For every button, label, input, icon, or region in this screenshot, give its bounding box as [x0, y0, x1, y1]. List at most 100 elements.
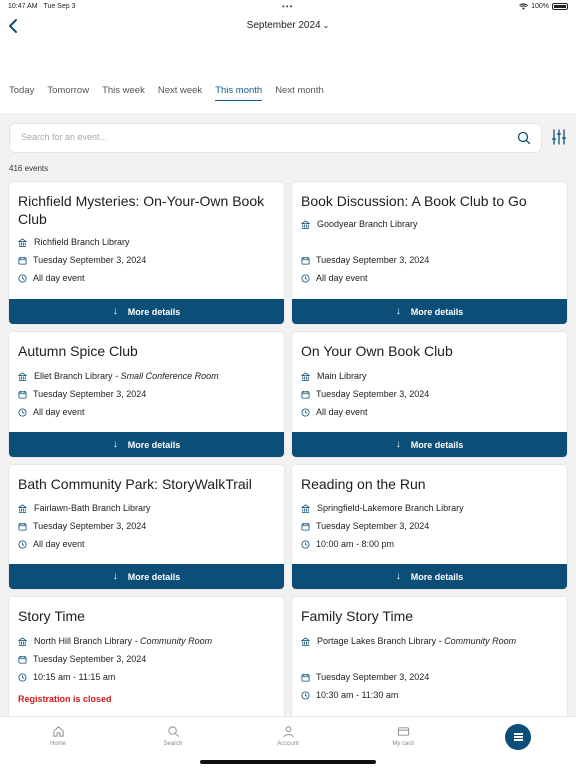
more-details-button[interactable]: ↓ More details — [9, 564, 284, 589]
status-right: 100% — [519, 3, 568, 10]
card-icon — [397, 727, 409, 736]
event-time: 10:30 am - 11:30 am — [301, 690, 398, 700]
event-card[interactable]: Autumn Spice Club Ellet Branch Library -… — [9, 332, 284, 457]
calendar-icon — [301, 256, 310, 265]
event-count: 416 events — [9, 164, 49, 173]
library-building-icon — [18, 503, 27, 513]
calendar-icon — [18, 256, 27, 265]
hamburger-icon — [513, 736, 523, 738]
room-name: - Community Room — [438, 636, 517, 646]
tab-this-month[interactable]: This month — [215, 85, 263, 101]
tab-this-week[interactable]: This week — [102, 85, 145, 101]
filter-sliders-icon[interactable] — [552, 129, 566, 145]
nav-search[interactable]: Search — [143, 725, 203, 747]
event-location: Ellet Branch Library - Small Conference … — [18, 371, 219, 381]
event-card[interactable]: On Your Own Book Club Main Library Tuesd… — [292, 332, 567, 457]
date-text: Tuesday September 3, 2024 — [316, 672, 430, 682]
nav-my-card[interactable]: My card — [373, 725, 433, 747]
time-text: All day event — [33, 407, 85, 417]
month-selector[interactable]: September 2024 ⌄ — [0, 20, 576, 31]
clock-icon — [18, 539, 27, 549]
multitasking-dots[interactable]: ••• — [282, 2, 293, 11]
library-building-icon — [18, 371, 27, 381]
chevron-down-icon: ⌄ — [322, 21, 330, 30]
calendar-icon — [301, 673, 310, 682]
event-time: 10:15 am - 11:15 am — [18, 672, 115, 682]
event-title[interactable]: Story Time — [18, 607, 275, 625]
clock-icon — [18, 407, 27, 417]
location-name: Goodyear Branch Library — [317, 219, 418, 229]
time-text: All day event — [33, 539, 85, 549]
event-title[interactable]: Family Story Time — [301, 607, 558, 625]
nav-home[interactable]: Home — [28, 725, 88, 747]
event-title[interactable]: Autumn Spice Club — [18, 342, 275, 360]
calendar-icon — [18, 655, 27, 664]
clock-icon — [301, 539, 310, 549]
tab-today[interactable]: Today — [9, 85, 34, 101]
event-time: All day event — [18, 539, 85, 549]
event-title[interactable]: Book Discussion: A Book Club to Go — [301, 192, 558, 210]
top-header: 10:47 AM Tue Sep 3 ••• 100% September 20… — [0, 0, 576, 113]
more-details-button[interactable]: ↓ More details — [292, 299, 567, 324]
time-text: 10:30 am - 11:30 am — [316, 690, 399, 700]
arrow-down-icon: ↓ — [395, 439, 401, 450]
event-time: All day event — [301, 407, 368, 417]
event-date: Tuesday September 3, 2024 — [18, 521, 146, 531]
event-card[interactable]: Reading on the Run Springfield-Lakemore … — [292, 465, 567, 589]
location-name: Ellet Branch Library — [34, 371, 113, 381]
battery-percent: 100% — [531, 3, 549, 10]
event-title[interactable]: Reading on the Run — [301, 475, 558, 493]
event-location: Springfield-Lakemore Branch Library — [301, 503, 464, 513]
calendar-icon — [18, 390, 27, 399]
event-card[interactable]: Richfield Mysteries: On-Your-Own Book Cl… — [9, 182, 284, 324]
event-card[interactable]: Book Discussion: A Book Club to Go Goody… — [292, 182, 567, 324]
time-text: 10:00 am - 8:00 pm — [316, 539, 395, 549]
tab-next-month[interactable]: Next month — [275, 85, 324, 101]
wifi-icon — [519, 3, 528, 10]
library-building-icon — [301, 503, 310, 513]
calendar-icon — [301, 390, 310, 399]
arrow-down-icon: ↓ — [112, 571, 118, 582]
calendar-icon — [18, 522, 27, 531]
more-details-button[interactable]: ↓ More details — [292, 432, 567, 457]
battery-icon — [552, 3, 568, 10]
date-text: Tuesday September 3, 2024 — [33, 255, 147, 265]
home-indicator[interactable] — [200, 760, 376, 764]
library-building-icon — [301, 371, 310, 381]
date-text: Tuesday September 3, 2024 — [33, 521, 147, 531]
time-text: All day event — [33, 273, 85, 283]
location-name: Richfield Branch Library — [34, 237, 130, 247]
library-building-icon — [301, 219, 310, 229]
search-input[interactable] — [21, 132, 501, 142]
location-name: Fairlawn-Bath Branch Library — [34, 503, 151, 513]
event-title[interactable]: Bath Community Park: StoryWalkTrail — [18, 475, 275, 493]
event-date: Tuesday September 3, 2024 — [301, 255, 429, 265]
room-name: - Small Conference Room — [115, 371, 219, 381]
event-title[interactable]: On Your Own Book Club — [301, 342, 558, 360]
more-details-button[interactable]: ↓ More details — [9, 432, 284, 457]
date-text: Tuesday September 3, 2024 — [316, 521, 430, 531]
search-icon[interactable] — [517, 131, 531, 145]
library-building-icon — [18, 636, 27, 646]
more-details-button[interactable]: ↓ More details — [292, 564, 567, 589]
menu-fab-button[interactable] — [505, 724, 531, 750]
tab-next-week[interactable]: Next week — [158, 85, 202, 101]
calendar-icon — [301, 522, 310, 531]
arrow-down-icon: ↓ — [112, 306, 118, 317]
arrow-down-icon: ↓ — [395, 571, 401, 582]
location-name: Portage Lakes Branch Library — [317, 636, 437, 646]
library-building-icon — [18, 237, 27, 247]
time-text: All day event — [316, 407, 368, 417]
event-card[interactable]: Bath Community Park: StoryWalkTrail Fair… — [9, 465, 284, 589]
event-time: All day event — [301, 273, 368, 283]
status-time: 10:47 AM Tue Sep 3 — [8, 3, 76, 10]
clock-icon — [301, 690, 310, 700]
date-text: Tuesday September 3, 2024 — [316, 255, 430, 265]
more-details-button[interactable]: ↓ More details — [9, 299, 284, 324]
event-location: North Hill Branch Library - Community Ro… — [18, 636, 212, 646]
event-title[interactable]: Richfield Mysteries: On-Your-Own Book Cl… — [18, 192, 275, 228]
event-card[interactable]: Family Story Time Portage Lakes Branch L… — [292, 597, 567, 722]
event-card[interactable]: Story Time North Hill Branch Library - C… — [9, 597, 284, 722]
tab-tomorrow[interactable]: Tomorrow — [47, 85, 89, 101]
nav-account[interactable]: Account — [258, 725, 318, 747]
